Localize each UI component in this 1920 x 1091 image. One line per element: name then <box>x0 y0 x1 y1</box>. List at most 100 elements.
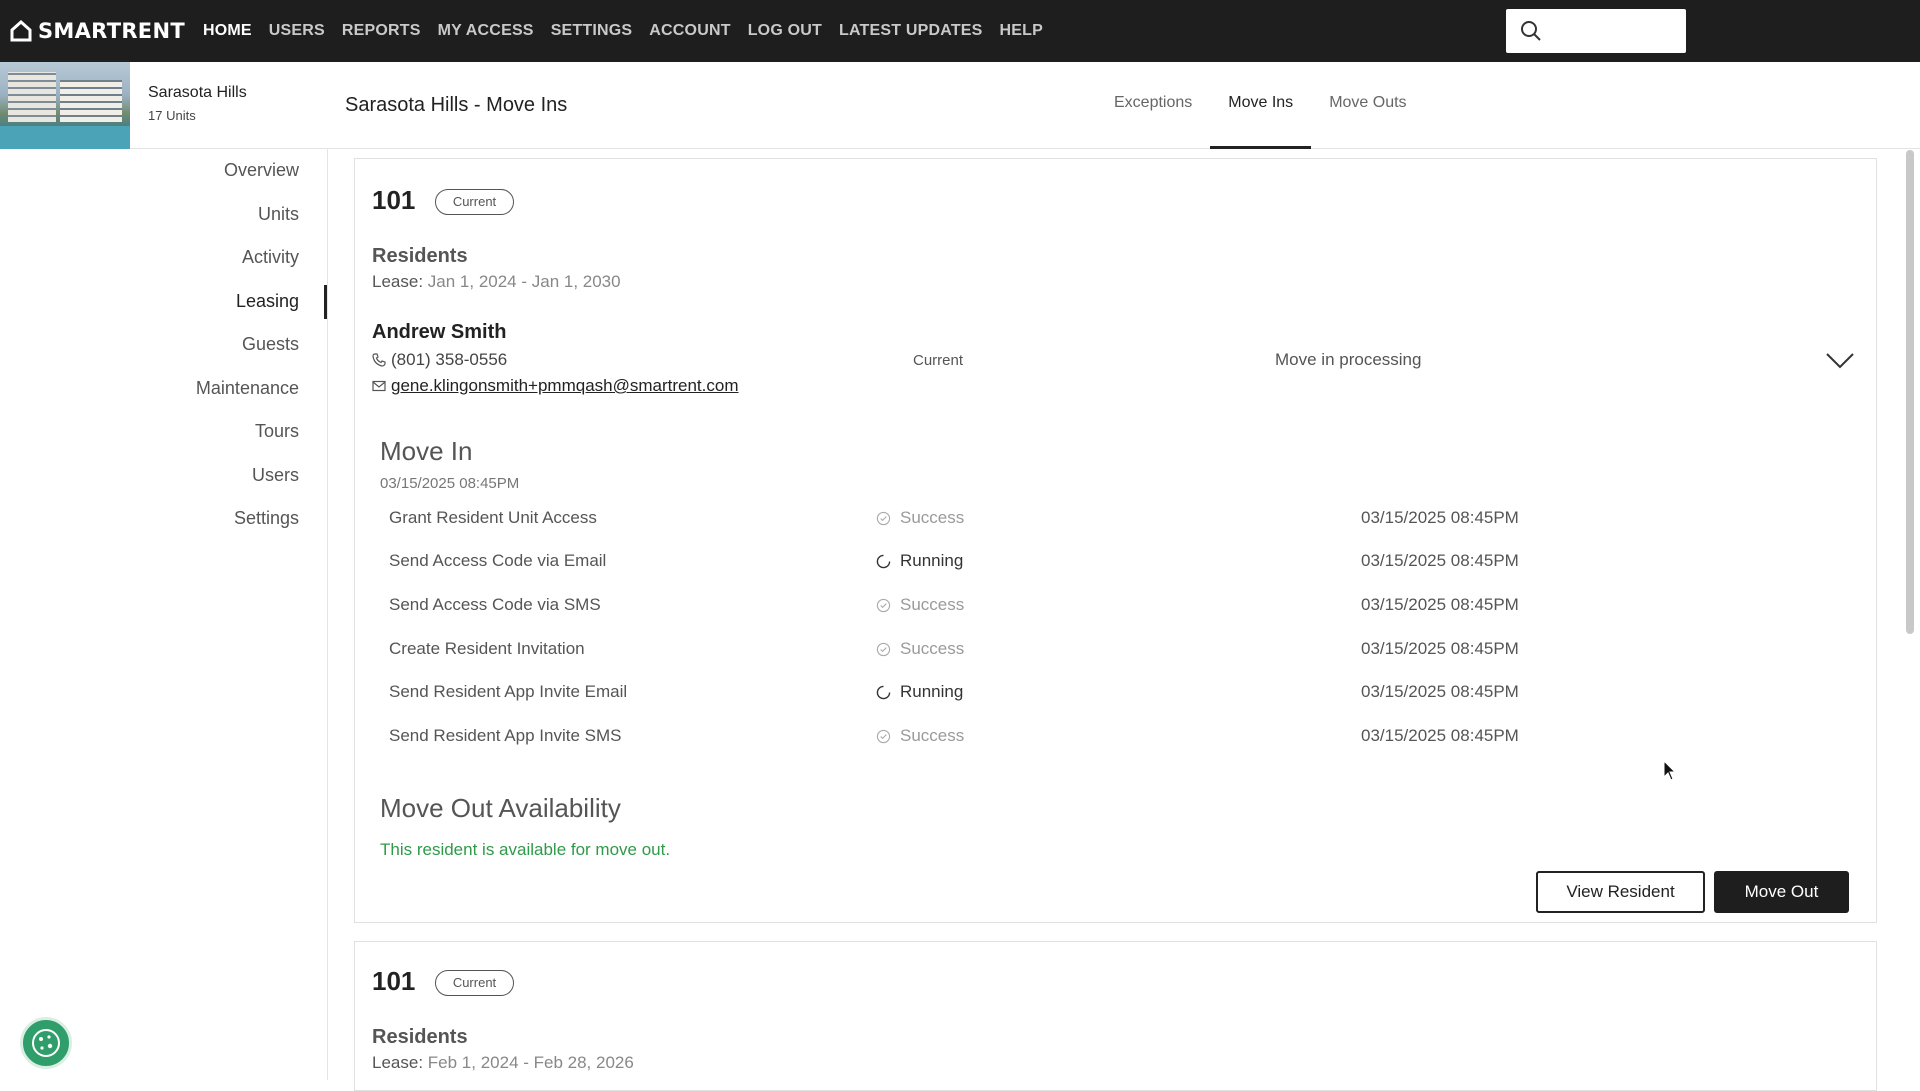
resident-email: gene.klingonsmith+pmmqash@smartrent.com <box>372 376 739 396</box>
step-status-label: Success <box>900 726 965 745</box>
email-link[interactable]: gene.klingonsmith+pmmqash@smartrent.com <box>391 376 739 396</box>
step-time: 03/15/2025 08:45PM <box>1361 639 1519 658</box>
cookie-settings-button[interactable] <box>20 1017 72 1069</box>
unit-number: 101 <box>372 966 416 996</box>
status-badge: Current <box>435 970 514 996</box>
step-name: Grant Resident Unit Access <box>389 508 597 527</box>
check-circle-icon <box>876 729 891 743</box>
resident-phone: (801) 358-0556 <box>372 350 507 370</box>
nav-my-access[interactable]: MY ACCESS <box>438 22 534 40</box>
check-circle-icon <box>876 642 891 656</box>
smartrent-logo[interactable]: SMARTRENT <box>10 19 185 43</box>
spinner-icon <box>876 554 891 568</box>
move-out-availability-text: This resident is available for move out. <box>380 840 671 859</box>
step-status: Running <box>876 682 963 702</box>
mouse-cursor-icon <box>1663 760 1677 781</box>
step-status-label: Success <box>900 639 965 658</box>
sidebar-item-overview[interactable]: Overview <box>224 160 299 181</box>
page-title: Sarasota Hills - Move Ins <box>345 94 568 116</box>
tab-bar: Exceptions Move Ins Move Outs <box>1096 62 1425 149</box>
chevron-down-icon[interactable] <box>1825 352 1855 370</box>
property-header: Sarasota Hills 17 Units <box>0 62 328 149</box>
step-time: 03/15/2025 08:45PM <box>1361 551 1519 570</box>
tab-move-outs[interactable]: Move Outs <box>1311 62 1424 149</box>
sidebar-item-tours[interactable]: Tours <box>255 421 299 442</box>
step-name: Send Access Code via SMS <box>389 595 601 614</box>
step-time: 03/15/2025 08:45PM <box>1361 682 1519 701</box>
tab-move-ins[interactable]: Move Ins <box>1210 62 1312 149</box>
phone-number: (801) 358-0556 <box>391 350 508 369</box>
phone-icon <box>372 353 386 367</box>
unit-number: 101 <box>372 185 416 215</box>
sidebar-item-settings[interactable]: Settings <box>234 508 299 529</box>
move-in-card: 101 Current Residents Lease: Feb 1, 2024… <box>354 941 1877 1091</box>
sidebar-active-indicator <box>324 285 327 319</box>
search-input[interactable] <box>1550 22 1680 40</box>
property-units: 17 Units <box>148 108 196 123</box>
tab-exceptions[interactable]: Exceptions <box>1096 62 1210 149</box>
property-name: Sarasota Hills <box>148 84 247 101</box>
property-photo <box>0 62 130 149</box>
nav-settings[interactable]: SETTINGS <box>551 22 633 40</box>
step-name: Send Resident App Invite SMS <box>389 726 622 745</box>
step-status: Success <box>876 726 964 746</box>
step-name: Send Access Code via Email <box>389 551 607 570</box>
nav-home[interactable]: HOME <box>203 22 252 40</box>
nav-latest-updates[interactable]: LATEST UPDATES <box>839 22 983 40</box>
step-time: 03/15/2025 08:45PM <box>1361 508 1519 527</box>
step-status: Success <box>876 639 964 659</box>
move-in-date: 03/15/2025 08:45PM <box>380 475 520 492</box>
sidebar-item-guests[interactable]: Guests <box>242 334 299 355</box>
house-logo-icon <box>10 20 32 42</box>
step-status-label: Running <box>900 682 964 701</box>
resident-name: Andrew Smith <box>372 321 507 343</box>
step-time: 03/15/2025 08:45PM <box>1361 595 1519 614</box>
lease-dates: Lease: Jan 1, 2024 - Jan 1, 2030 <box>372 272 621 292</box>
status-badge: Current <box>435 189 514 215</box>
nav-reports[interactable]: REPORTS <box>342 22 421 40</box>
lease-label: Lease: <box>372 272 424 291</box>
step-name: Send Resident App Invite Email <box>389 682 628 701</box>
move-out-availability-heading: Move Out Availability <box>380 793 621 823</box>
nav-account[interactable]: ACCOUNT <box>649 22 730 40</box>
resident-status: Current <box>913 352 964 369</box>
lease-value: Jan 1, 2024 - Jan 1, 2030 <box>427 272 621 291</box>
sidebar-item-leasing[interactable]: Leasing <box>236 291 299 312</box>
step-status-label: Running <box>900 551 964 570</box>
sidebar: Overview Units Activity Leasing Guests M… <box>0 149 328 1080</box>
nav-log-out[interactable]: LOG OUT <box>748 22 822 40</box>
step-status-label: Success <box>900 508 965 527</box>
lease-dates: Lease: Feb 1, 2024 - Feb 28, 2026 <box>372 1053 634 1073</box>
step-status-label: Success <box>900 595 965 614</box>
mail-icon <box>372 380 386 392</box>
step-status: Running <box>876 551 963 571</box>
move-in-heading: Move In <box>380 436 473 466</box>
residents-heading: Residents <box>372 245 468 267</box>
top-navigation-bar: SMARTRENT HOME USERS REPORTS MY ACCESS S… <box>0 0 1920 62</box>
nav-users[interactable]: USERS <box>269 22 325 40</box>
nav-help[interactable]: HELP <box>1000 22 1043 40</box>
spinner-icon <box>876 685 891 699</box>
view-resident-button[interactable]: View Resident <box>1536 871 1705 913</box>
check-circle-icon <box>876 598 891 612</box>
sidebar-item-units[interactable]: Units <box>258 204 299 225</box>
residents-heading: Residents <box>372 1026 468 1048</box>
search-icon <box>1521 21 1541 41</box>
scrollbar-thumb[interactable] <box>1906 150 1914 634</box>
sidebar-item-activity[interactable]: Activity <box>242 247 299 268</box>
cookie-icon <box>32 1029 60 1057</box>
check-circle-icon <box>876 511 891 525</box>
step-status: Success <box>876 595 964 615</box>
step-name: Create Resident Invitation <box>389 639 585 658</box>
step-time: 03/15/2025 08:45PM <box>1361 726 1519 745</box>
move-out-button[interactable]: Move Out <box>1714 871 1849 913</box>
sidebar-item-maintenance[interactable]: Maintenance <box>196 378 299 399</box>
resident-process-status: Move in processing <box>1275 350 1422 369</box>
lease-label: Lease: <box>372 1053 424 1072</box>
lease-value: Feb 1, 2024 - Feb 28, 2026 <box>427 1053 634 1072</box>
brand-name: SMARTRENT <box>38 19 185 43</box>
page-header: Sarasota Hills - Move Ins Exceptions Mov… <box>328 62 1920 149</box>
move-in-card: 101 Current Residents Lease: Jan 1, 2024… <box>354 158 1877 923</box>
sidebar-item-users[interactable]: Users <box>252 465 299 486</box>
search-box[interactable] <box>1506 9 1686 53</box>
